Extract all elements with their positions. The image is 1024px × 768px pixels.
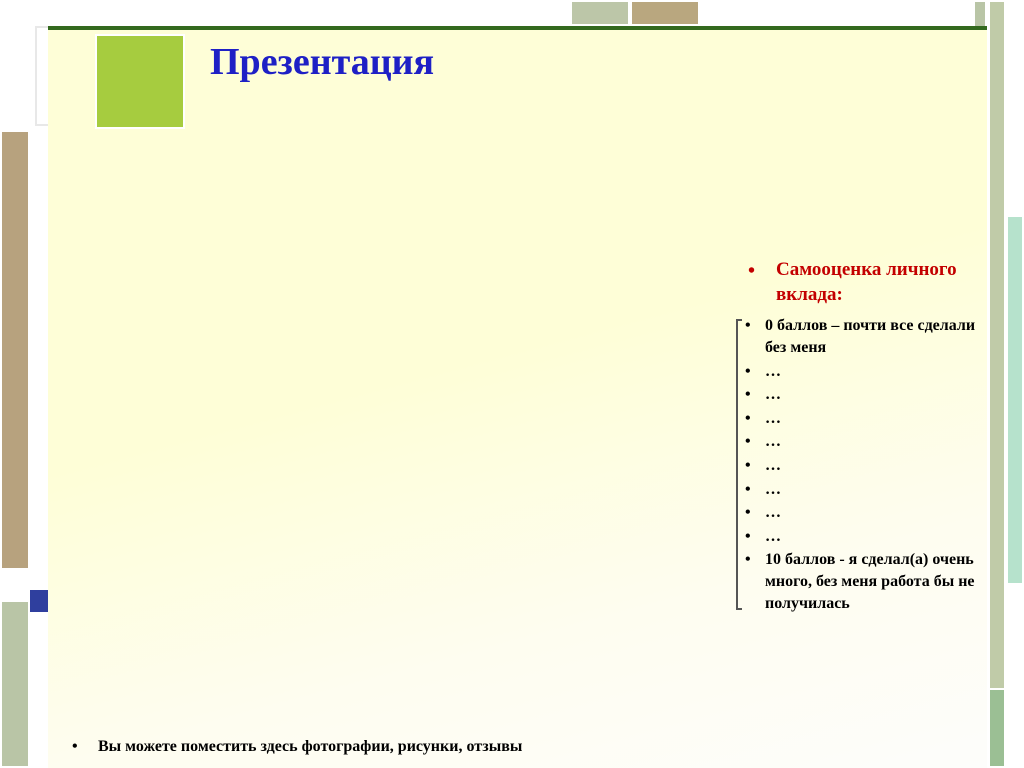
decor-bar-top-tan bbox=[630, 0, 700, 26]
scale-item: … bbox=[742, 455, 992, 477]
scale-item: … bbox=[742, 384, 992, 406]
decor-corner-green bbox=[95, 34, 185, 129]
decor-bar-left-blue bbox=[30, 590, 48, 612]
slide-title: Презентация bbox=[210, 40, 434, 84]
decor-bar-right-bottom bbox=[988, 688, 1006, 768]
scale-item: … bbox=[742, 479, 992, 501]
scale-item: … bbox=[742, 408, 992, 430]
scale-list: 0 баллов – почти все сделали без меня … … bbox=[742, 315, 992, 614]
decor-bar-right-mint bbox=[1006, 215, 1024, 585]
scale-item: 10 баллов - я сделал(а) очень много, без… bbox=[742, 549, 992, 614]
self-assessment-block: Самооценка личного вклада: 0 баллов – по… bbox=[742, 258, 992, 616]
decor-bar-left-tan bbox=[0, 130, 30, 570]
scale-item: … bbox=[742, 361, 992, 383]
scale-item: … bbox=[742, 502, 992, 524]
decor-bar-left-lower bbox=[0, 600, 30, 768]
footer-note: Вы можете поместить здесь фотографии, ри… bbox=[70, 738, 522, 756]
scale-item: … bbox=[742, 526, 992, 548]
decor-bar-top-olive bbox=[570, 0, 630, 26]
scale-item: 0 баллов – почти все сделали без меня bbox=[742, 315, 992, 358]
scale-item: … bbox=[742, 431, 992, 453]
section-heading: Самооценка личного вклада: bbox=[742, 258, 992, 307]
